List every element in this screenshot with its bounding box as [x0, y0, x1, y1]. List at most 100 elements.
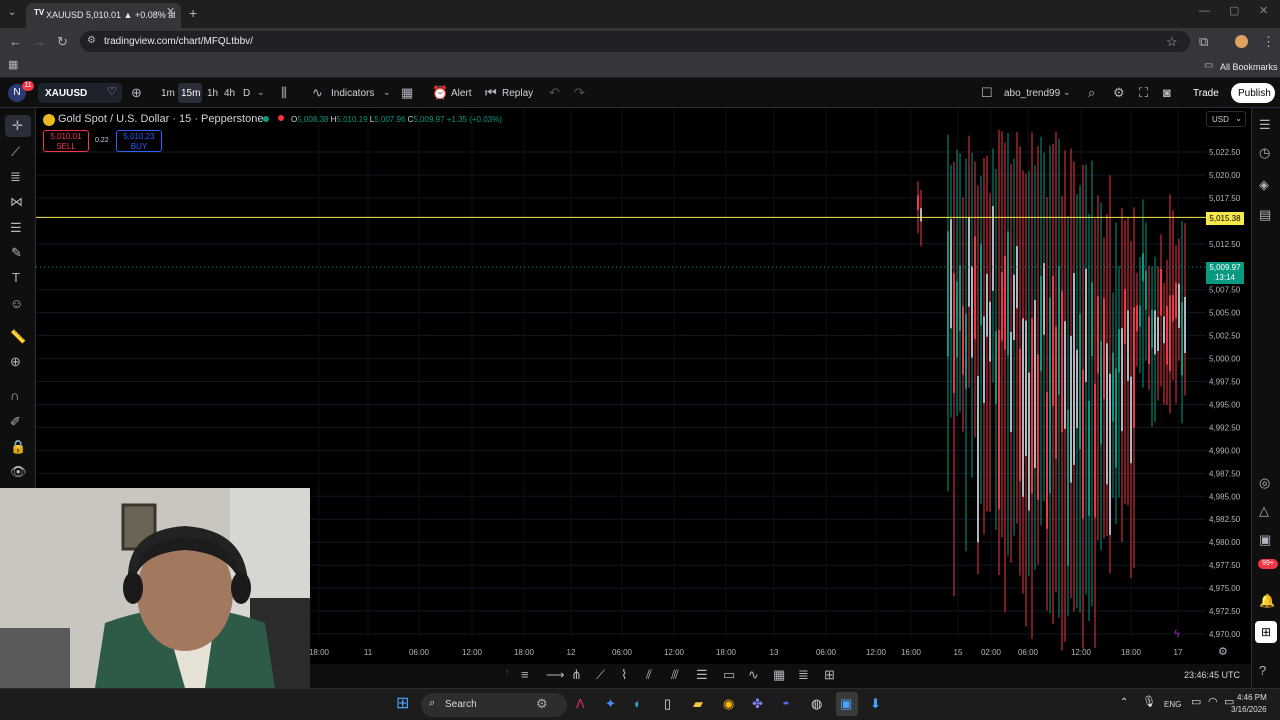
compare-add-icon[interactable]: ⊕ [131, 86, 142, 99]
tab-list-icon[interactable]: ⌄ [8, 8, 16, 18]
buy-button[interactable]: 5,010.23 BUY [116, 130, 162, 152]
quicktool-ray-icon[interactable]: ⟶ [546, 668, 565, 681]
quicktool-path-icon[interactable]: ⌇ [621, 668, 627, 681]
layers-icon[interactable]: ◈ [1259, 178, 1269, 191]
apps-grid-icon[interactable]: ⊞ [1255, 621, 1277, 643]
network-icon[interactable]: ▭ [1191, 697, 1201, 708]
quicktool-matrix-icon[interactable]: ⊞ [824, 668, 835, 681]
chrome-icon[interactable]: ◉ [723, 697, 734, 710]
lightning-icon[interactable]: ϟ [1174, 629, 1180, 640]
quicktool-stack-icon[interactable]: ≣ [798, 668, 809, 681]
close-tab-icon[interactable]: ✕ [166, 7, 175, 18]
indicators-icon[interactable]: ∿ [312, 86, 323, 99]
lock-icon[interactable]: 🔒 [10, 440, 26, 453]
teams-icon[interactable]: ✤ [752, 697, 763, 710]
candle-type-icon[interactable]: ⫼ [281, 86, 287, 99]
ideas-icon[interactable]: △ [1259, 504, 1269, 517]
settings-gear-icon[interactable]: ⚙ [1113, 86, 1125, 99]
redo-icon[interactable]: ↷ [574, 86, 585, 99]
alerts-clock-icon[interactable]: ◷ [1259, 146, 1270, 159]
zoom-in-icon[interactable]: ⊕ [10, 355, 21, 368]
interval-4h[interactable]: 4h [224, 88, 235, 99]
replay-icon[interactable]: ⏮ [485, 86, 497, 99]
ruler-icon[interactable]: 📏 [10, 330, 26, 343]
copilot-icon[interactable]: ✦ [605, 697, 616, 710]
file-icon[interactable]: ▯ [664, 697, 671, 710]
keep-drawing-icon[interactable]: ✐ [10, 415, 21, 428]
profile-avatar[interactable] [1235, 35, 1248, 48]
reload-icon[interactable]: ↻ [57, 35, 68, 48]
quicktool-pitchfork-icon[interactable]: ⋔ [571, 668, 582, 681]
fullscreen-icon[interactable]: ⛶ [1139, 86, 1148, 99]
apps-grid-icon[interactable]: ▦ [8, 60, 18, 71]
text-tool-icon[interactable]: T [12, 271, 20, 284]
all-bookmarks-link[interactable]: All Bookmarks [1220, 62, 1278, 72]
layout-dropdown-icon[interactable]: ⌄ [1063, 88, 1071, 97]
emoji-icon[interactable]: ☺ [10, 297, 23, 310]
indicators-button[interactable]: Indicators [331, 88, 374, 99]
trade-button[interactable]: Trade [1193, 88, 1219, 99]
file-explorer-icon[interactable]: ▰ [693, 697, 703, 710]
prediction-icon[interactable]: ☰ [10, 221, 22, 234]
magnet-icon[interactable]: ∩ [10, 389, 19, 402]
taskbar-time[interactable]: 4:46 PM [1237, 693, 1267, 702]
publish-button[interactable]: Publish [1238, 88, 1271, 99]
back-icon[interactable]: ← [9, 35, 22, 48]
wifi-icon[interactable]: ◠ [1208, 697, 1218, 708]
layout-square-icon[interactable]: ☐ [981, 86, 993, 99]
edge-icon[interactable]: ◐ [634, 697, 642, 710]
quicktool-rect-icon[interactable]: ▭ [723, 668, 735, 681]
grip-icon[interactable]: ⁞ [506, 669, 509, 678]
browser-menu-icon[interactable]: ⋮ [1262, 35, 1275, 48]
quicktool-trend-icon[interactable]: ⟋ [596, 668, 605, 681]
layout-name[interactable]: abo_trend99 [1004, 88, 1060, 99]
forward-icon[interactable]: → [33, 35, 46, 48]
minimize-icon[interactable]: — [1199, 6, 1210, 17]
quicktool-wave-icon[interactable]: ∿ [748, 668, 759, 681]
quicktool-grid-icon[interactable]: ▦ [773, 668, 785, 681]
help-icon[interactable]: ? [1259, 664, 1266, 677]
interval-15m[interactable]: 15m [181, 88, 200, 99]
sell-button[interactable]: 5,010.01 SELL [43, 130, 89, 152]
quicktool-channel-icon[interactable]: ⫽ [646, 668, 652, 681]
quicktool-fib-icon[interactable]: ☰ [696, 668, 708, 681]
quicktool-parallel-icon[interactable]: ⫻ [671, 668, 679, 681]
pattern-icon[interactable]: ⋈ [10, 195, 23, 208]
replay-button[interactable]: Replay [502, 88, 533, 99]
crosshair-icon[interactable]: ✛ [12, 119, 23, 132]
target-icon[interactable]: ◎ [1259, 476, 1270, 489]
browser-tab[interactable]: XAUUSD 5,010.01 ▲ +0.08% al [26, 3, 181, 28]
templates-icon[interactable]: ▦ [401, 86, 413, 99]
language-indicator[interactable]: ENG [1164, 700, 1181, 709]
maximize-icon[interactable]: ▢ [1229, 6, 1239, 17]
quick-search-icon[interactable]: ⌕ [1088, 86, 1095, 99]
fib-icon[interactable]: ≣ [10, 170, 21, 183]
app-red-icon[interactable]: Λ [576, 697, 585, 710]
tray-chevron-icon[interactable]: ⌃ [1120, 698, 1128, 708]
indicators-dropdown-icon[interactable]: ⌄ [383, 88, 391, 97]
chat-icon[interactable]: ▤ [1259, 208, 1271, 221]
close-window-icon[interactable]: ✕ [1259, 6, 1268, 17]
symbol-heart-icon[interactable]: ♡ [107, 87, 117, 98]
taskbar-date[interactable]: 3/16/2026 [1231, 705, 1267, 714]
interval-d[interactable]: D [243, 88, 250, 99]
watchlist-icon[interactable]: ☰ [1259, 118, 1271, 131]
new-tab-icon[interactable]: + [189, 6, 197, 20]
site-info-icon[interactable]: ⚙ [87, 36, 96, 46]
url-field[interactable]: tradingview.com/chart/MFQLtbbv/ [80, 31, 1190, 52]
currency-selector[interactable]: USD ⌄ [1206, 111, 1246, 127]
hline-price-tag[interactable]: 5,015.38 [1206, 212, 1244, 225]
interval-1h[interactable]: 1h [207, 88, 218, 99]
quicktool-lines-icon[interactable]: ≡ [521, 668, 529, 681]
mic-icon[interactable]: 🎙 [1142, 697, 1156, 708]
bell-icon[interactable]: 🔔 [1259, 594, 1275, 607]
alert-button[interactable]: Alert [451, 88, 472, 99]
interval-1m[interactable]: 1m [161, 88, 175, 99]
calendar-icon[interactable]: ▣ [1259, 533, 1271, 546]
windows-start-icon[interactable]: ⊞ [396, 696, 409, 712]
time-settings-icon[interactable]: ⚙ [1218, 647, 1228, 658]
trendline-icon[interactable]: ⟋ [11, 145, 20, 158]
download-icon[interactable]: ⬇ [870, 697, 881, 710]
steam-icon[interactable]: ◍ [811, 697, 822, 710]
discord-icon[interactable]: ◓ [782, 697, 790, 710]
